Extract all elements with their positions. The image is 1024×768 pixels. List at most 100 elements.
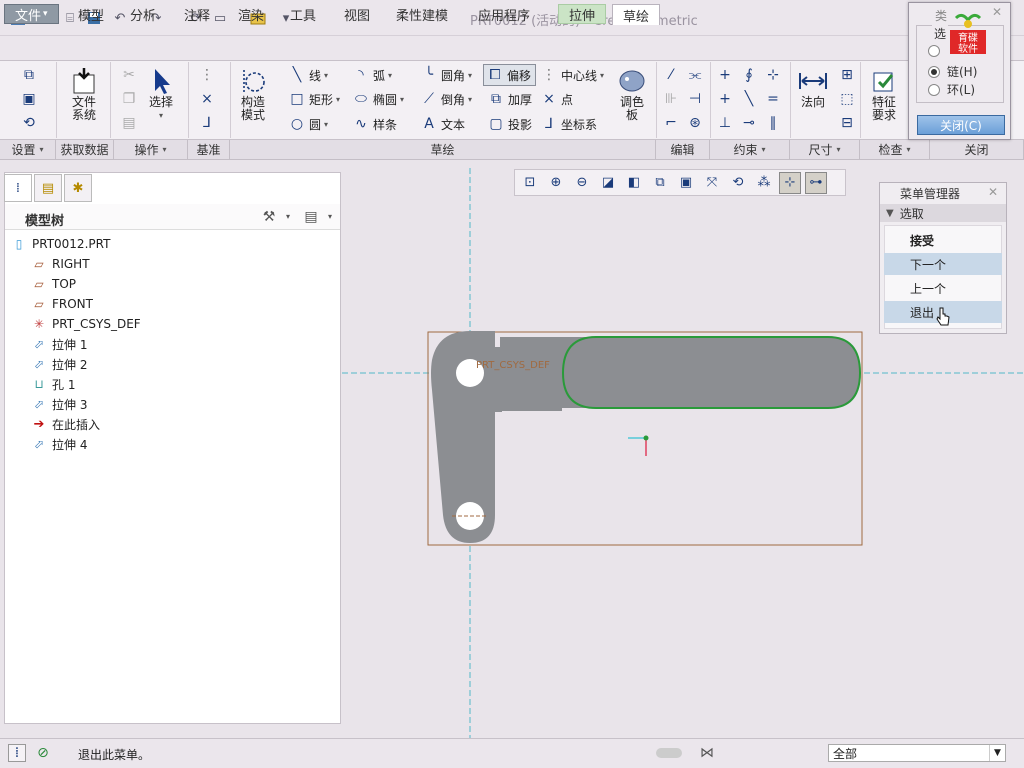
chamfer-dropdown-icon[interactable]: ▾ bbox=[468, 95, 472, 104]
radio-option-loop[interactable]: 环(L) bbox=[928, 81, 975, 98]
radio-option-1[interactable] bbox=[928, 45, 947, 57]
line-dropdown-icon[interactable]: ▾ bbox=[324, 71, 328, 80]
perimeter-icon[interactable]: ⊞ bbox=[838, 66, 856, 84]
reference-dim-icon[interactable]: ⬚ bbox=[838, 90, 856, 108]
group-setup[interactable]: 设置 ▾ bbox=[0, 140, 56, 160]
construction-mode-button[interactable]: 构造 模式 bbox=[234, 66, 272, 122]
tree-item-extrude-3[interactable]: ⬀ 拉伸 3 bbox=[30, 395, 87, 413]
mirror-icon[interactable]: ⫘ bbox=[686, 66, 704, 84]
circle-button[interactable]: ○ 圆 ▾ bbox=[288, 115, 328, 133]
tab-model[interactable]: 模型 bbox=[68, 4, 114, 24]
sketch-setup-icon[interactable]: ⧉ bbox=[20, 66, 38, 84]
rectangle-dropdown-icon[interactable]: ▾ bbox=[336, 95, 340, 104]
spline-button[interactable]: ∿ 样条 bbox=[352, 115, 397, 133]
dialog-close-button[interactable]: 关闭(C) bbox=[917, 115, 1005, 135]
rectangle-button[interactable]: □ 矩形 ▾ bbox=[288, 90, 340, 108]
menu-item-accept[interactable]: 接受 bbox=[884, 229, 1002, 251]
tree-settings-dropdown-icon[interactable]: ▾ bbox=[286, 212, 290, 221]
centerline-dropdown-icon[interactable]: ▾ bbox=[600, 71, 604, 80]
ellipse-dropdown-icon[interactable]: ▾ bbox=[400, 95, 404, 104]
folder-browser-tab-icon[interactable]: ▤ bbox=[34, 174, 62, 202]
vertical-constraint-icon[interactable]: + bbox=[716, 66, 734, 84]
horizontal-constraint-icon[interactable]: + bbox=[716, 90, 734, 108]
menu-section-select[interactable]: ▼ 选取 bbox=[880, 204, 1006, 222]
favorites-tab-icon[interactable]: ✱ bbox=[64, 174, 92, 202]
tree-item-insert-here[interactable]: ➔ 在此插入 bbox=[30, 415, 100, 433]
baseline-icon[interactable]: ⊟ bbox=[838, 114, 856, 132]
midpoint-constraint-icon[interactable]: ╲ bbox=[740, 90, 758, 108]
tab-tools[interactable]: 工具 bbox=[280, 4, 326, 24]
point-button[interactable]: × 点 bbox=[540, 90, 573, 108]
tree-item-extrude-2[interactable]: ⬀ 拉伸 2 bbox=[30, 355, 87, 373]
tab-annotate[interactable]: 注释 bbox=[174, 4, 220, 24]
datum-point-icon[interactable]: × bbox=[198, 90, 216, 108]
show-filters-dropdown-icon[interactable]: ▾ bbox=[328, 212, 332, 221]
line-button[interactable]: ╲ 线 ▾ bbox=[288, 66, 328, 84]
palette-button[interactable]: 调色 板 bbox=[612, 66, 652, 122]
tab-render[interactable]: 渲染 bbox=[228, 4, 274, 24]
chamfer-button[interactable]: ⟋ 倒角 ▾ bbox=[420, 90, 472, 108]
tree-item-hole-1[interactable]: ⊔ 孔 1 bbox=[30, 375, 75, 393]
symmetric-constraint-icon[interactable]: ⊹ bbox=[764, 66, 782, 84]
toggle-browser-icon[interactable]: ⊘ bbox=[34, 744, 52, 762]
show-filters-icon[interactable]: ▤ bbox=[302, 208, 320, 226]
tangent-constraint-icon[interactable]: ∮ bbox=[740, 66, 758, 84]
tab-flexible-modeling[interactable]: 柔性建模 bbox=[386, 4, 458, 24]
coincident-constraint-icon[interactable]: ⊸ bbox=[740, 114, 758, 132]
fillet-button[interactable]: ╰ 圆角 ▾ bbox=[420, 66, 472, 84]
tree-settings-icon[interactable]: ⚒ bbox=[260, 208, 278, 226]
corner-icon[interactable]: ⌐ bbox=[662, 114, 680, 132]
select-dropdown-icon[interactable]: ▾ bbox=[159, 109, 163, 122]
circle-dropdown-icon[interactable]: ▾ bbox=[324, 120, 328, 129]
divide-icon[interactable]: ⊪ bbox=[662, 90, 680, 108]
coordsys-button[interactable]: ⅃ 坐标系 bbox=[540, 115, 597, 133]
menu-manager-close-icon[interactable]: ✕ bbox=[988, 185, 998, 199]
menu-item-previous[interactable]: 上一个 bbox=[884, 277, 1002, 299]
model-tree-tab-icon[interactable]: ⁞ bbox=[4, 174, 32, 202]
tab-extrude[interactable]: 拉伸 bbox=[558, 4, 607, 24]
references-icon[interactable]: ▣ bbox=[20, 90, 38, 108]
tab-view[interactable]: 视图 bbox=[334, 4, 380, 24]
menu-item-next[interactable]: 下一个 bbox=[884, 253, 1002, 275]
perpendicular-constraint-icon[interactable]: ⊥ bbox=[716, 114, 734, 132]
filter-dropdown-icon[interactable]: ▼ bbox=[989, 745, 1005, 761]
arc-dropdown-icon[interactable]: ▾ bbox=[388, 71, 392, 80]
tree-item-right[interactable]: ▱ RIGHT bbox=[30, 255, 89, 273]
arc-button[interactable]: ◝ 弧 ▾ bbox=[352, 66, 392, 84]
tree-item-extrude-4[interactable]: ⬀ 拉伸 4 bbox=[30, 435, 87, 453]
modify-icon[interactable]: ⁄ bbox=[662, 66, 680, 84]
equal-constraint-icon[interactable]: = bbox=[764, 90, 782, 108]
offset-button[interactable]: ⧠ 偏移 bbox=[483, 64, 537, 86]
tab-sketch[interactable]: 草绘 bbox=[612, 4, 661, 25]
text-button[interactable]: A 文本 bbox=[420, 115, 465, 133]
tree-item-part[interactable]: ▯ PRT0012.PRT bbox=[10, 235, 111, 253]
group-operations[interactable]: 操作 ▾ bbox=[114, 140, 188, 160]
cut-icon[interactable]: ✂ bbox=[120, 66, 138, 84]
tree-item-extrude-1[interactable]: ⬀ 拉伸 1 bbox=[30, 335, 87, 353]
tree-item-csys[interactable]: ✳ PRT_CSYS_DEF bbox=[30, 315, 141, 333]
fillet-dropdown-icon[interactable]: ▾ bbox=[468, 71, 472, 80]
delete-segment-icon[interactable]: ⊣ bbox=[686, 90, 704, 108]
thicken-button[interactable]: ⧉ 加厚 bbox=[487, 90, 532, 108]
tab-applications[interactable]: 应用程序 bbox=[468, 4, 540, 24]
datum-csys-icon[interactable]: ⅃ bbox=[198, 114, 216, 132]
toggle-navigator-icon[interactable]: ⁞ bbox=[8, 744, 26, 762]
datum-centerline-icon[interactable]: ⋮ bbox=[198, 66, 216, 84]
tab-file[interactable]: 文件 ▾ bbox=[4, 4, 59, 24]
selection-filter-select[interactable]: 全部 ▼ bbox=[828, 744, 1006, 762]
radio-option-chain[interactable]: 链(H) bbox=[928, 63, 977, 80]
rotate-resize-icon[interactable]: ⊛ bbox=[686, 114, 704, 132]
file-system-button[interactable]: 文件 系统 bbox=[64, 66, 104, 122]
dialog-close-icon[interactable]: ✕ bbox=[992, 5, 1002, 19]
paste-icon[interactable]: ▤ bbox=[120, 114, 138, 132]
normal-dimension-button[interactable]: 法向 bbox=[794, 66, 832, 109]
ellipse-button[interactable]: ⬭ 椭圆 ▾ bbox=[352, 90, 404, 108]
sketch-view-icon[interactable]: ⟲ bbox=[20, 114, 38, 132]
tree-item-front[interactable]: ▱ FRONT bbox=[30, 295, 93, 313]
tree-item-top[interactable]: ▱ TOP bbox=[30, 275, 76, 293]
tab-analysis[interactable]: 分析 bbox=[120, 4, 166, 24]
regen-status-icon[interactable]: ⋈ bbox=[698, 744, 716, 762]
copy-icon[interactable]: ❐ bbox=[120, 90, 138, 108]
centerline-button[interactable]: ⋮ 中心线 ▾ bbox=[540, 66, 604, 84]
select-button[interactable]: 选择 ▾ bbox=[142, 66, 180, 122]
